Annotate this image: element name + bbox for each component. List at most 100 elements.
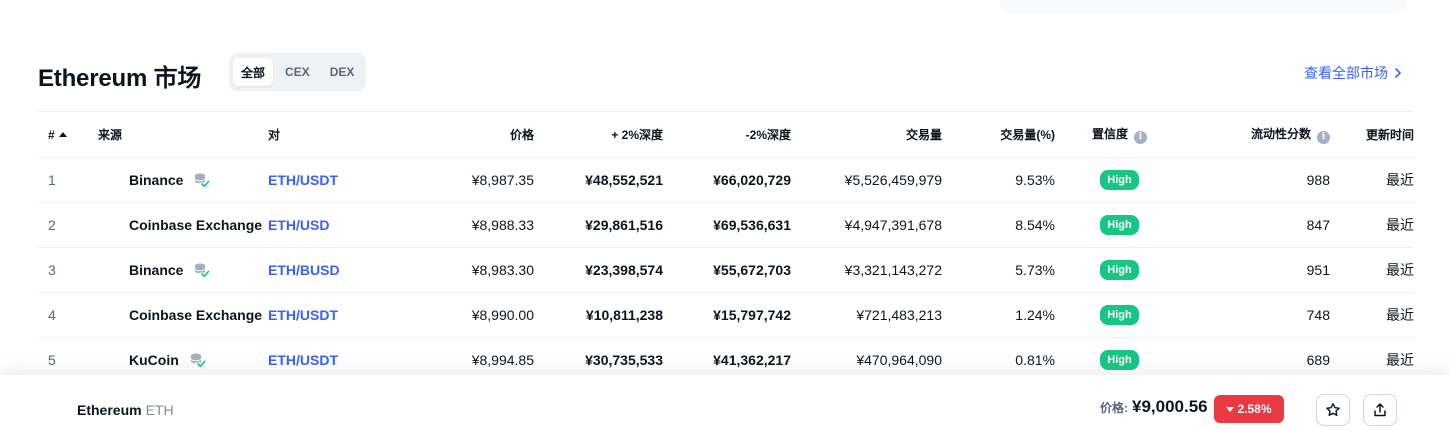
- row-pair-link[interactable]: ETH/USDT: [268, 292, 408, 338]
- row-liquidity: 847: [1184, 202, 1330, 248]
- star-icon: [1326, 403, 1340, 416]
- row-volume-pct: 1.24%: [942, 292, 1055, 338]
- database-check-icon: [193, 262, 210, 279]
- col-price[interactable]: 价格: [408, 111, 534, 158]
- row-depth-minus: ¥55,672,703: [663, 247, 791, 293]
- sticky-price-bar: Ethereum ETH 价格: ¥9,000.56 2.58%: [0, 375, 1450, 430]
- col-liquidity-label: 流动性分数: [1250, 127, 1311, 141]
- row-price: ¥8,983.30: [408, 247, 534, 293]
- row-source[interactable]: Binance: [98, 247, 268, 293]
- sort-asc-icon: [58, 131, 67, 137]
- row-updated: 最近: [1330, 202, 1414, 248]
- exchange-name: Binance: [129, 172, 184, 188]
- confidence-badge: High: [1100, 215, 1139, 235]
- col-volume[interactable]: 交易量: [791, 111, 942, 158]
- row-updated: 最近: [1330, 292, 1414, 338]
- share-button[interactable]: [1363, 394, 1397, 426]
- row-depth-plus: ¥48,552,521: [534, 157, 663, 203]
- row-depth-plus: ¥10,811,238: [534, 292, 663, 338]
- table-row[interactable]: 4 Coinbase Exchange ETH/USDT ¥8,990.00 ¥10,8…: [38, 292, 1414, 338]
- table-row[interactable]: 3 Binance ETH/BUSD ¥8,983.30 ¥23,398,574 ¥55,…: [38, 247, 1414, 293]
- row-pair-link[interactable]: ETH/USDT: [268, 157, 408, 203]
- col-updated[interactable]: 更新时间: [1330, 111, 1414, 158]
- exchange-name: KuCoin: [129, 352, 179, 368]
- col-source[interactable]: 来源: [98, 111, 268, 158]
- database-check-icon: [189, 352, 206, 369]
- table-row[interactable]: 2 Coinbase Exchange ETH/USD ¥8,988.33 ¥29,86…: [38, 202, 1414, 248]
- row-rank: 3: [38, 247, 98, 293]
- row-rank: 2: [38, 202, 98, 248]
- col-depth-minus[interactable]: -2%深度: [663, 111, 791, 158]
- chevron-right-icon: [1395, 68, 1401, 78]
- info-icon[interactable]: i: [1134, 131, 1147, 144]
- exchange-name: Binance: [129, 262, 184, 278]
- row-depth-minus: ¥15,797,742: [663, 292, 791, 338]
- col-liquidity[interactable]: 流动性分数 i: [1184, 111, 1330, 158]
- row-volume: ¥3,321,143,272: [791, 247, 942, 293]
- price-display: 价格: ¥9,000.56: [1100, 397, 1208, 417]
- row-depth-minus: ¥69,536,631: [663, 202, 791, 248]
- row-confidence: High: [1055, 292, 1184, 338]
- coin-name: Ethereum ETH: [77, 402, 174, 418]
- col-rank-label: #: [48, 127, 55, 142]
- row-volume: ¥5,526,459,979: [791, 157, 942, 203]
- row-liquidity: 951: [1184, 247, 1330, 293]
- markets-table: # 来源 对 价格 + 2%深度 -2%深度 交易量 交易量(%) 置信度 i 流…: [38, 111, 1414, 383]
- row-volume: ¥4,947,391,678: [791, 202, 942, 248]
- col-confidence-label: 置信度: [1091, 127, 1128, 141]
- col-rank[interactable]: #: [38, 111, 98, 158]
- price-label: 价格:: [1100, 400, 1128, 415]
- top-card: [1000, 0, 1406, 13]
- filter-all[interactable]: 全部: [233, 58, 274, 86]
- row-rank: 4: [38, 292, 98, 338]
- row-source[interactable]: Binance: [98, 157, 268, 203]
- col-pair[interactable]: 对: [268, 111, 408, 158]
- table-header-row: # 来源 对 价格 + 2%深度 -2%深度 交易量 交易量(%) 置信度 i 流…: [38, 111, 1414, 158]
- confidence-badge: High: [1100, 350, 1139, 370]
- confidence-badge: High: [1100, 305, 1139, 325]
- confidence-badge: High: [1100, 170, 1139, 190]
- row-volume-pct: 9.53%: [942, 157, 1055, 203]
- row-source[interactable]: Coinbase Exchange: [98, 292, 268, 338]
- page-title: Ethereum 市场: [38, 65, 202, 92]
- share-icon: [1374, 403, 1386, 417]
- row-source[interactable]: Coinbase Exchange: [98, 202, 268, 248]
- col-confidence[interactable]: 置信度 i: [1055, 111, 1184, 158]
- view-all-markets-link[interactable]: 查看全部市场: [1304, 63, 1404, 83]
- row-pair-link[interactable]: ETH/BUSD: [268, 247, 408, 293]
- row-rank: 1: [38, 157, 98, 203]
- coin-name-label: Ethereum: [77, 402, 142, 418]
- markets-header: Ethereum 市场 全部 CEX DEX 查看全部市场: [38, 52, 1406, 92]
- coin-symbol: ETH: [145, 402, 174, 418]
- database-check-icon: [193, 172, 210, 189]
- row-confidence: High: [1055, 247, 1184, 293]
- col-volume-pct[interactable]: 交易量(%): [942, 111, 1055, 158]
- watchlist-button[interactable]: [1316, 394, 1350, 426]
- row-depth-plus: ¥29,861,516: [534, 202, 663, 248]
- row-confidence: High: [1055, 157, 1184, 203]
- market-type-filter: 全部 CEX DEX: [229, 53, 367, 91]
- row-confidence: High: [1055, 202, 1184, 248]
- filter-cex[interactable]: CEX: [277, 58, 318, 86]
- price-change-value: 2.58%: [1237, 402, 1272, 416]
- row-liquidity: 988: [1184, 157, 1330, 203]
- row-volume-pct: 5.73%: [942, 247, 1055, 293]
- row-liquidity: 748: [1184, 292, 1330, 338]
- info-icon[interactable]: i: [1317, 131, 1330, 144]
- row-volume-pct: 8.54%: [942, 202, 1055, 248]
- price-change-badge: 2.58%: [1214, 395, 1284, 423]
- row-updated: 最近: [1330, 247, 1414, 293]
- table-row[interactable]: 1 Binance ETH/USDT ¥8,987.35 ¥48,552,521 ¥66,…: [38, 157, 1414, 203]
- row-pair-link[interactable]: ETH/USD: [268, 202, 408, 248]
- exchange-name: Coinbase Exchange: [129, 307, 263, 323]
- row-updated: 最近: [1330, 157, 1414, 203]
- col-depth-plus[interactable]: + 2%深度: [534, 111, 663, 158]
- price-value: ¥9,000.56: [1132, 397, 1208, 416]
- row-price: ¥8,988.33: [408, 202, 534, 248]
- row-depth-plus: ¥23,398,574: [534, 247, 663, 293]
- filter-dex[interactable]: DEX: [322, 58, 363, 86]
- row-price: ¥8,990.00: [408, 292, 534, 338]
- row-depth-minus: ¥66,020,729: [663, 157, 791, 203]
- caret-down-icon: [1226, 406, 1235, 412]
- row-volume: ¥721,483,213: [791, 292, 942, 338]
